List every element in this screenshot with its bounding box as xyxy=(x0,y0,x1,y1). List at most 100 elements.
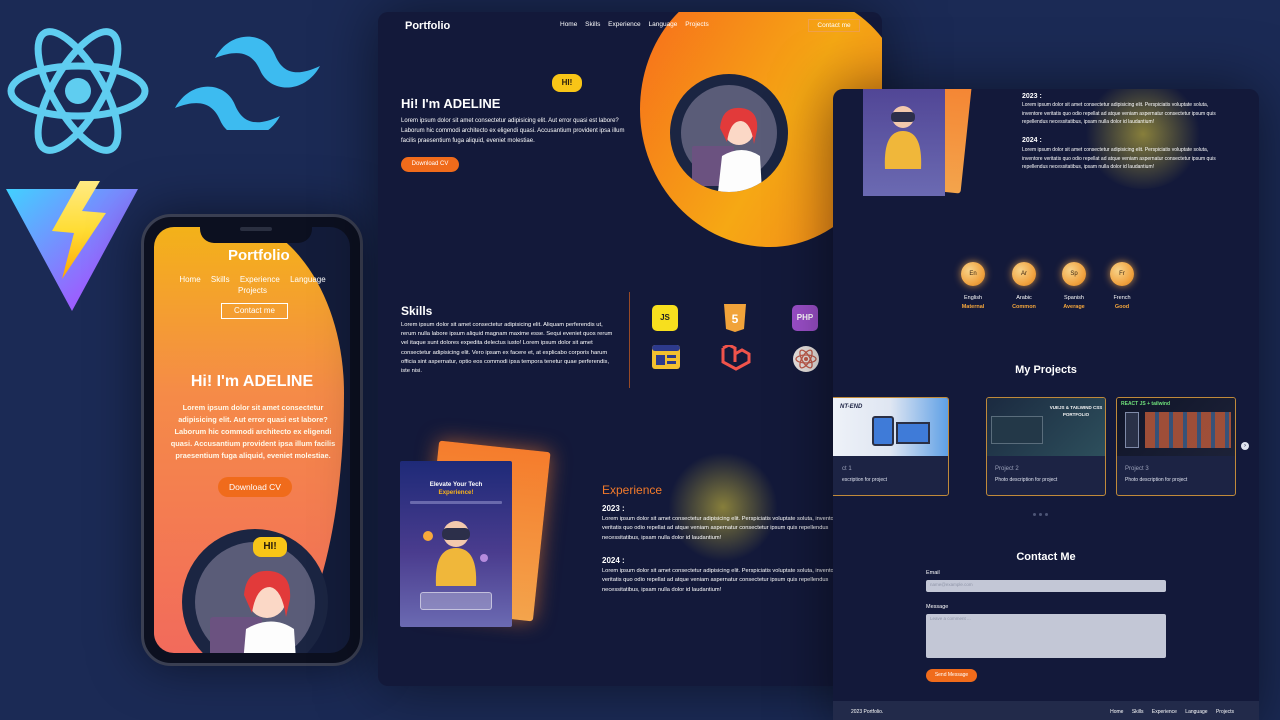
phone-nav-projects[interactable]: Projects xyxy=(238,286,267,295)
footer-links: Home Skills Experience Language Projects xyxy=(1103,709,1234,715)
desktop-mockup: Portfolio Home Skills Experience Languag… xyxy=(378,12,882,686)
lang-name-sp: Spanish xyxy=(1064,295,1084,301)
experience-year-2023: 2023 : xyxy=(602,504,625,513)
carousel-dots[interactable] xyxy=(1033,503,1051,521)
contact-title: Contact Me xyxy=(1016,551,1076,563)
lang-name-en: English xyxy=(963,295,983,301)
project-2-title: Project 2 xyxy=(995,466,1019,472)
vr-headset-person-icon xyxy=(884,106,922,169)
project-1-banner: NT-END xyxy=(840,404,863,410)
skills-text: Lorem ipsum dolor sit amet consectetur a… xyxy=(401,322,613,375)
phone-contact-button[interactable]: Contact me xyxy=(221,303,288,319)
react-logo-icon xyxy=(7,28,149,154)
long-page-mockup: 2023 : Lorem ipsum dolor sit amet consec… xyxy=(833,89,1259,720)
lang-level-fr: Good xyxy=(1114,304,1130,310)
phone-notch xyxy=(200,217,312,243)
phone-nav-skills[interactable]: Skills xyxy=(211,275,230,284)
skills-divider xyxy=(629,292,630,388)
email-field[interactable]: name@example.com xyxy=(926,580,1166,592)
lang-level-en: Maternal xyxy=(961,304,985,310)
project-3-banner: REACT JS + tailwind xyxy=(1121,401,1171,407)
html5-icon: 5 xyxy=(723,304,747,337)
project-card-2[interactable]: VUEJS & TAILWIND CSS PORTFOLIO Project 2… xyxy=(986,397,1106,496)
project-card-1[interactable]: NT-END ct 1 escription for project xyxy=(833,397,949,496)
vite-logo-icon xyxy=(6,181,138,311)
lang-badge-en: En xyxy=(961,262,985,286)
hero-text: Lorem ipsum dolor sit amet consectetur a… xyxy=(401,118,625,144)
email-label: Email xyxy=(926,570,940,576)
php-icon: PHP xyxy=(792,305,818,331)
javascript-icon: JS xyxy=(652,305,678,331)
footer-link-experience[interactable]: Experience xyxy=(1152,709,1177,715)
browser-icon xyxy=(652,345,680,374)
tailwind-logo-icon xyxy=(175,36,320,130)
nav-projects[interactable]: Projects xyxy=(685,21,708,28)
nav-experience[interactable]: Experience xyxy=(608,21,641,28)
hero-avatar xyxy=(670,74,788,192)
project-2-desc: Photo description for project xyxy=(995,477,1058,483)
project-3-desc: Photo description for project xyxy=(1125,477,1188,483)
hi-speech-bubble: HI! xyxy=(552,74,582,92)
phone-nav-experience[interactable]: Experience xyxy=(240,275,280,284)
skills-title: Skills xyxy=(401,304,433,318)
decorative-glow xyxy=(668,452,778,562)
footer-link-language[interactable]: Language xyxy=(1185,709,1207,715)
projects-title: My Projects xyxy=(1015,364,1077,376)
experience-text-2024: Lorem ipsum dolor sit amet consectetur a… xyxy=(602,568,839,593)
react-icon xyxy=(792,345,820,378)
lang-name-fr: French xyxy=(1113,295,1131,301)
phone-hero-title: Hi! I'm ADELINE xyxy=(190,373,314,390)
desktop-contact-button[interactable]: Contact me xyxy=(808,19,860,32)
experience-text-2023: Lorem ipsum dolor sit amet consectetur a… xyxy=(602,516,839,541)
footer: 2023 Portfolio. Home Skills Experience L… xyxy=(833,701,1259,720)
footer-link-projects[interactable]: Projects xyxy=(1216,709,1234,715)
phone-nav: Home Skills Experience Language Projects xyxy=(170,274,335,296)
phone-brand[interactable]: Portfolio xyxy=(228,247,290,264)
phone-nav-home[interactable]: Home xyxy=(179,275,200,284)
footer-copyright: 2023 Portfolio. xyxy=(851,709,884,715)
send-message-button[interactable]: Send Message xyxy=(926,669,977,682)
footer-link-home[interactable]: Home xyxy=(1110,709,1123,715)
download-cv-button[interactable]: Download CV xyxy=(401,157,459,172)
experience-card-image xyxy=(863,89,945,196)
r-experience-year-2023: 2023 : xyxy=(1022,93,1042,100)
experience-year-2024: 2024 : xyxy=(602,556,625,565)
lang-level-sp: Average xyxy=(1063,304,1085,310)
project-card-3[interactable]: REACT JS + tailwind Project 3 Photo desc… xyxy=(1116,397,1236,496)
vr-headset-person-icon xyxy=(423,521,488,586)
nav-home[interactable]: Home xyxy=(560,21,577,28)
experience-card-title: Elevate Your Tech xyxy=(429,481,483,488)
message-field[interactable]: Leave a comment ... xyxy=(926,614,1166,658)
r-experience-text-2024: Lorem ipsum dolor sit amet consectetur a… xyxy=(1022,147,1216,170)
experience-title: Experience xyxy=(602,483,663,497)
footer-link-skills[interactable]: Skills xyxy=(1132,709,1144,715)
lang-badge-fr: Fr xyxy=(1110,262,1134,286)
phone-mockup: Portfolio Home Skills Experience Languag… xyxy=(141,214,363,666)
lang-badge-sp: Sp xyxy=(1062,262,1086,286)
project-1-title: ct 1 xyxy=(842,466,852,472)
lang-name-ar: Arabic xyxy=(1016,295,1032,301)
desktop-nav: Home Skills Experience Language Projects xyxy=(560,21,715,28)
nav-skills[interactable]: Skills xyxy=(585,21,600,28)
hero-title: Hi! I'm ADELINE xyxy=(401,96,501,111)
lang-level-ar: Common xyxy=(1012,304,1036,310)
desktop-brand[interactable]: Portfolio xyxy=(405,20,450,32)
project-1-desc: escription for project xyxy=(842,477,888,483)
phone-nav-language[interactable]: Language xyxy=(290,275,326,284)
carousel-next-icon[interactable]: › xyxy=(1241,442,1249,450)
project-3-title: Project 3 xyxy=(1125,466,1149,472)
experience-card-subtitle: Experience! xyxy=(438,489,474,496)
project-2-banner: VUEJS & TAILWIND CSS PORTFOLIO xyxy=(1049,405,1103,417)
phone-download-cv-button[interactable]: Download CV xyxy=(218,477,292,497)
html5-label: 5 xyxy=(732,312,739,326)
lang-badge-ar: Ar xyxy=(1012,262,1036,286)
message-label: Message xyxy=(926,604,949,610)
phone-hi-bubble: HI! xyxy=(253,537,287,557)
r-experience-text-2023: Lorem ipsum dolor sit amet consectetur a… xyxy=(1022,102,1216,125)
laravel-icon xyxy=(720,343,752,376)
experience-card-image: Elevate Your Tech Experience! xyxy=(400,461,512,627)
nav-language[interactable]: Language xyxy=(648,21,677,28)
phone-screen: Portfolio Home Skills Experience Languag… xyxy=(154,227,350,653)
r-experience-year-2024: 2024 : xyxy=(1022,137,1042,144)
phone-hero-text: Lorem ipsum dolor sit amet consectetur a… xyxy=(170,403,336,460)
